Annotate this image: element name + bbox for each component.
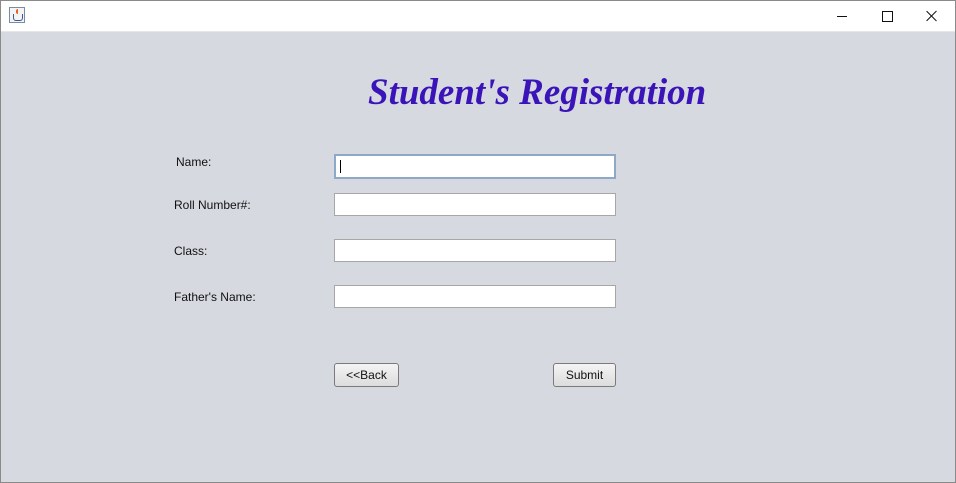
submit-button[interactable]: Submit xyxy=(553,363,616,387)
title-bar xyxy=(1,1,955,32)
class-label: Class: xyxy=(174,244,208,258)
minimize-button[interactable] xyxy=(819,1,865,31)
java-app-icon xyxy=(9,7,25,23)
registration-window: Student's Registration Name: Roll Number… xyxy=(0,0,956,483)
close-button[interactable] xyxy=(909,1,955,31)
name-input[interactable] xyxy=(334,154,616,179)
back-button[interactable]: <<Back xyxy=(334,363,399,387)
maximize-button[interactable] xyxy=(864,1,910,31)
roll-number-label: Roll Number#: xyxy=(174,198,251,212)
minimize-icon xyxy=(837,15,847,17)
text-caret xyxy=(340,160,341,173)
page-title: Student's Registration xyxy=(368,72,707,113)
maximize-icon xyxy=(881,10,893,22)
name-label: Name: xyxy=(176,155,212,169)
close-icon xyxy=(926,10,938,22)
fathers-name-input[interactable] xyxy=(334,285,616,308)
class-input[interactable] xyxy=(334,239,616,262)
roll-number-input[interactable] xyxy=(334,193,616,216)
fathers-name-label: Father's Name: xyxy=(174,290,256,304)
